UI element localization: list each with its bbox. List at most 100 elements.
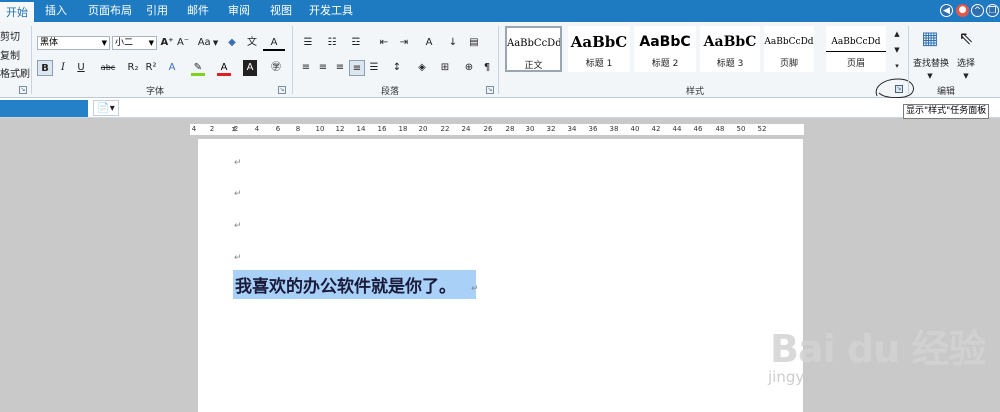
format-painter-button[interactable]: 格式刷 xyxy=(0,65,30,80)
font-size-select[interactable]: 小二 ▼ xyxy=(112,36,157,50)
shrink-font-button[interactable]: A⁻ xyxy=(176,35,190,51)
ruler-tick-label: 10 xyxy=(315,125,325,133)
style-name: 标题 3 xyxy=(716,59,744,69)
styles-scroll-up-icon[interactable]: ▲ xyxy=(892,26,902,42)
clear-format-icon[interactable]: ◆ xyxy=(225,35,239,51)
numbering-icon[interactable]: ☷ xyxy=(322,35,342,51)
back-icon[interactable]: ◀ xyxy=(940,4,953,17)
cursor-icon[interactable]: ⇖ xyxy=(956,26,976,52)
ruler-tick-label: 30 xyxy=(525,125,535,133)
chevron-down-icon[interactable]: ▼ xyxy=(925,68,935,84)
borders-icon[interactable]: ⊞ xyxy=(434,60,456,76)
ruler-tick-label: 32 xyxy=(546,125,556,133)
grow-font-button[interactable]: A⁺ xyxy=(160,35,174,51)
ruler-tick-label: 6 xyxy=(275,125,281,133)
annotation-circle xyxy=(875,78,914,99)
style-name: 正文 xyxy=(524,61,543,71)
align-left-icon[interactable]: ≡ xyxy=(298,60,314,76)
justify-icon[interactable]: ≡ xyxy=(349,60,365,76)
superscript-button[interactable]: R² xyxy=(144,60,158,76)
bullets-icon[interactable]: ☰ xyxy=(298,35,318,51)
divider xyxy=(31,26,32,94)
font-launcher-icon[interactable]: ↘ xyxy=(278,86,286,94)
chevron-down-icon[interactable]: ▼ xyxy=(961,68,971,84)
tab-developer[interactable]: 开发工具 xyxy=(306,0,356,22)
line-spacing-icon[interactable]: ↕ xyxy=(386,60,408,76)
editing-group-label: 编辑 xyxy=(936,87,955,97)
char-scaling-icon[interactable]: A xyxy=(418,35,440,51)
char-border-icon[interactable]: A xyxy=(263,35,285,51)
new-document-icon[interactable]: 📄▾ xyxy=(93,100,119,116)
bold-button[interactable]: B xyxy=(37,60,53,76)
subscript-button[interactable]: R₂ xyxy=(126,60,140,76)
menu-bar: 开始 插入 页面布局 引用 邮件 审阅 视图 开发工具 ◀ ● ^ ❐ xyxy=(0,0,1000,22)
text-effect-icon[interactable]: A xyxy=(165,60,179,76)
ruler-tick-label: 42 xyxy=(651,125,661,133)
ruler-tick-label: 36 xyxy=(588,125,598,133)
document-tabstrip: 📄▾ xyxy=(0,98,1000,118)
highlight-icon[interactable]: ✎ xyxy=(191,60,205,76)
clipboard-launcher-icon[interactable]: ↘ xyxy=(19,86,27,94)
paragraph-launcher-icon[interactable]: ↘ xyxy=(486,86,494,94)
distributed-icon[interactable]: ☰ xyxy=(366,60,382,76)
strikethrough-button[interactable]: abc xyxy=(100,60,116,76)
align-center-icon[interactable]: ≡ xyxy=(315,60,331,76)
document-text[interactable]: 我喜欢的办公软件就是你了。 xyxy=(235,272,456,297)
enclose-char-icon[interactable]: ㊫ xyxy=(269,60,283,76)
ruler-tick-label: 22 xyxy=(440,125,450,133)
style-heading-1[interactable]: AaBbC 标题 1 xyxy=(568,26,630,72)
char-shading-icon[interactable]: A xyxy=(243,60,257,76)
ruler-tick-label: 26 xyxy=(483,125,493,133)
sort-icon[interactable]: ↓ xyxy=(446,35,460,51)
style-footer[interactable]: AaBbCcDd 页脚 xyxy=(764,26,814,72)
ruler-tick-label: 20 xyxy=(418,125,428,133)
indent-marker-icon[interactable]: ⧗ xyxy=(232,124,237,135)
style-header[interactable]: AaBbCcDd 页眉 xyxy=(826,26,886,72)
styles-scroll-down-icon[interactable]: ▼ xyxy=(892,42,902,58)
phonetic-guide-icon[interactable]: 文 xyxy=(244,35,260,51)
ruler-tick-label: 38 xyxy=(609,125,619,133)
italic-button[interactable]: I xyxy=(56,60,70,76)
tab-references[interactable]: 引用 xyxy=(142,0,172,22)
align-right-icon[interactable]: ≡ xyxy=(332,60,348,76)
decrease-indent-icon[interactable]: ⇤ xyxy=(376,35,392,51)
tab-insert[interactable]: 插入 xyxy=(38,0,74,22)
tab-review[interactable]: 审阅 xyxy=(224,0,254,22)
paragraph-mark: ↵ xyxy=(234,158,242,168)
shading-icon[interactable]: ◈ xyxy=(414,60,430,76)
find-replace-icon[interactable]: ▦ xyxy=(917,26,943,52)
style-normal[interactable]: AaBbCcDd 正文 xyxy=(505,26,562,72)
style-heading-3[interactable]: AaBbC 标题 3 xyxy=(700,26,760,72)
copy-button[interactable]: 复制 xyxy=(0,47,20,62)
asian-layout-icon[interactable]: ▤ xyxy=(466,35,482,51)
cut-button[interactable]: 剪切 xyxy=(0,28,20,43)
help-icon[interactable]: ● xyxy=(956,4,969,17)
font-name-select[interactable]: 黑体 ▼ xyxy=(37,36,110,50)
styles-more-icon[interactable]: ▾ xyxy=(892,58,902,74)
restore-icon[interactable]: ❐ xyxy=(986,4,999,17)
minimize-ribbon-icon[interactable]: ^ xyxy=(971,4,984,17)
horizontal-ruler[interactable]: 4 2 2 4 6 8 10 12 14 16 18 20 22 24 26 28 30 32 34 36 38 40 42… xyxy=(190,124,804,135)
multilevel-list-icon[interactable]: ☲ xyxy=(346,35,366,51)
show-marks-button[interactable]: ¶ xyxy=(480,60,494,76)
font-color-icon[interactable]: A xyxy=(217,60,231,76)
style-heading-2[interactable]: AaBbC 标题 2 xyxy=(634,26,696,72)
underline-button[interactable]: U xyxy=(74,60,88,76)
divider xyxy=(498,26,499,94)
change-case-label: Aa xyxy=(197,37,211,48)
tab-page-layout[interactable]: 页面布局 xyxy=(82,0,138,22)
tab-home[interactable]: 开始 xyxy=(0,0,34,22)
tab-view[interactable]: 视图 xyxy=(266,0,296,22)
document-tab[interactable] xyxy=(0,100,88,117)
tab-mailings[interactable]: 邮件 xyxy=(183,0,213,22)
increase-indent-icon[interactable]: ⇥ xyxy=(396,35,412,51)
paragraph-group-label: 段落 xyxy=(380,87,399,97)
ruler-tick-label: 52 xyxy=(757,125,767,133)
watermark-url: jingyan.baidu.com xyxy=(768,368,907,386)
style-name: 页眉 xyxy=(846,59,865,69)
ruler-tick-label: 16 xyxy=(377,125,387,133)
layout-icon[interactable]: ⊕ xyxy=(462,60,476,76)
change-case-button[interactable]: Aa ▼ xyxy=(197,35,219,51)
divider xyxy=(292,26,293,94)
ruler-tick-label: 24 xyxy=(461,125,471,133)
